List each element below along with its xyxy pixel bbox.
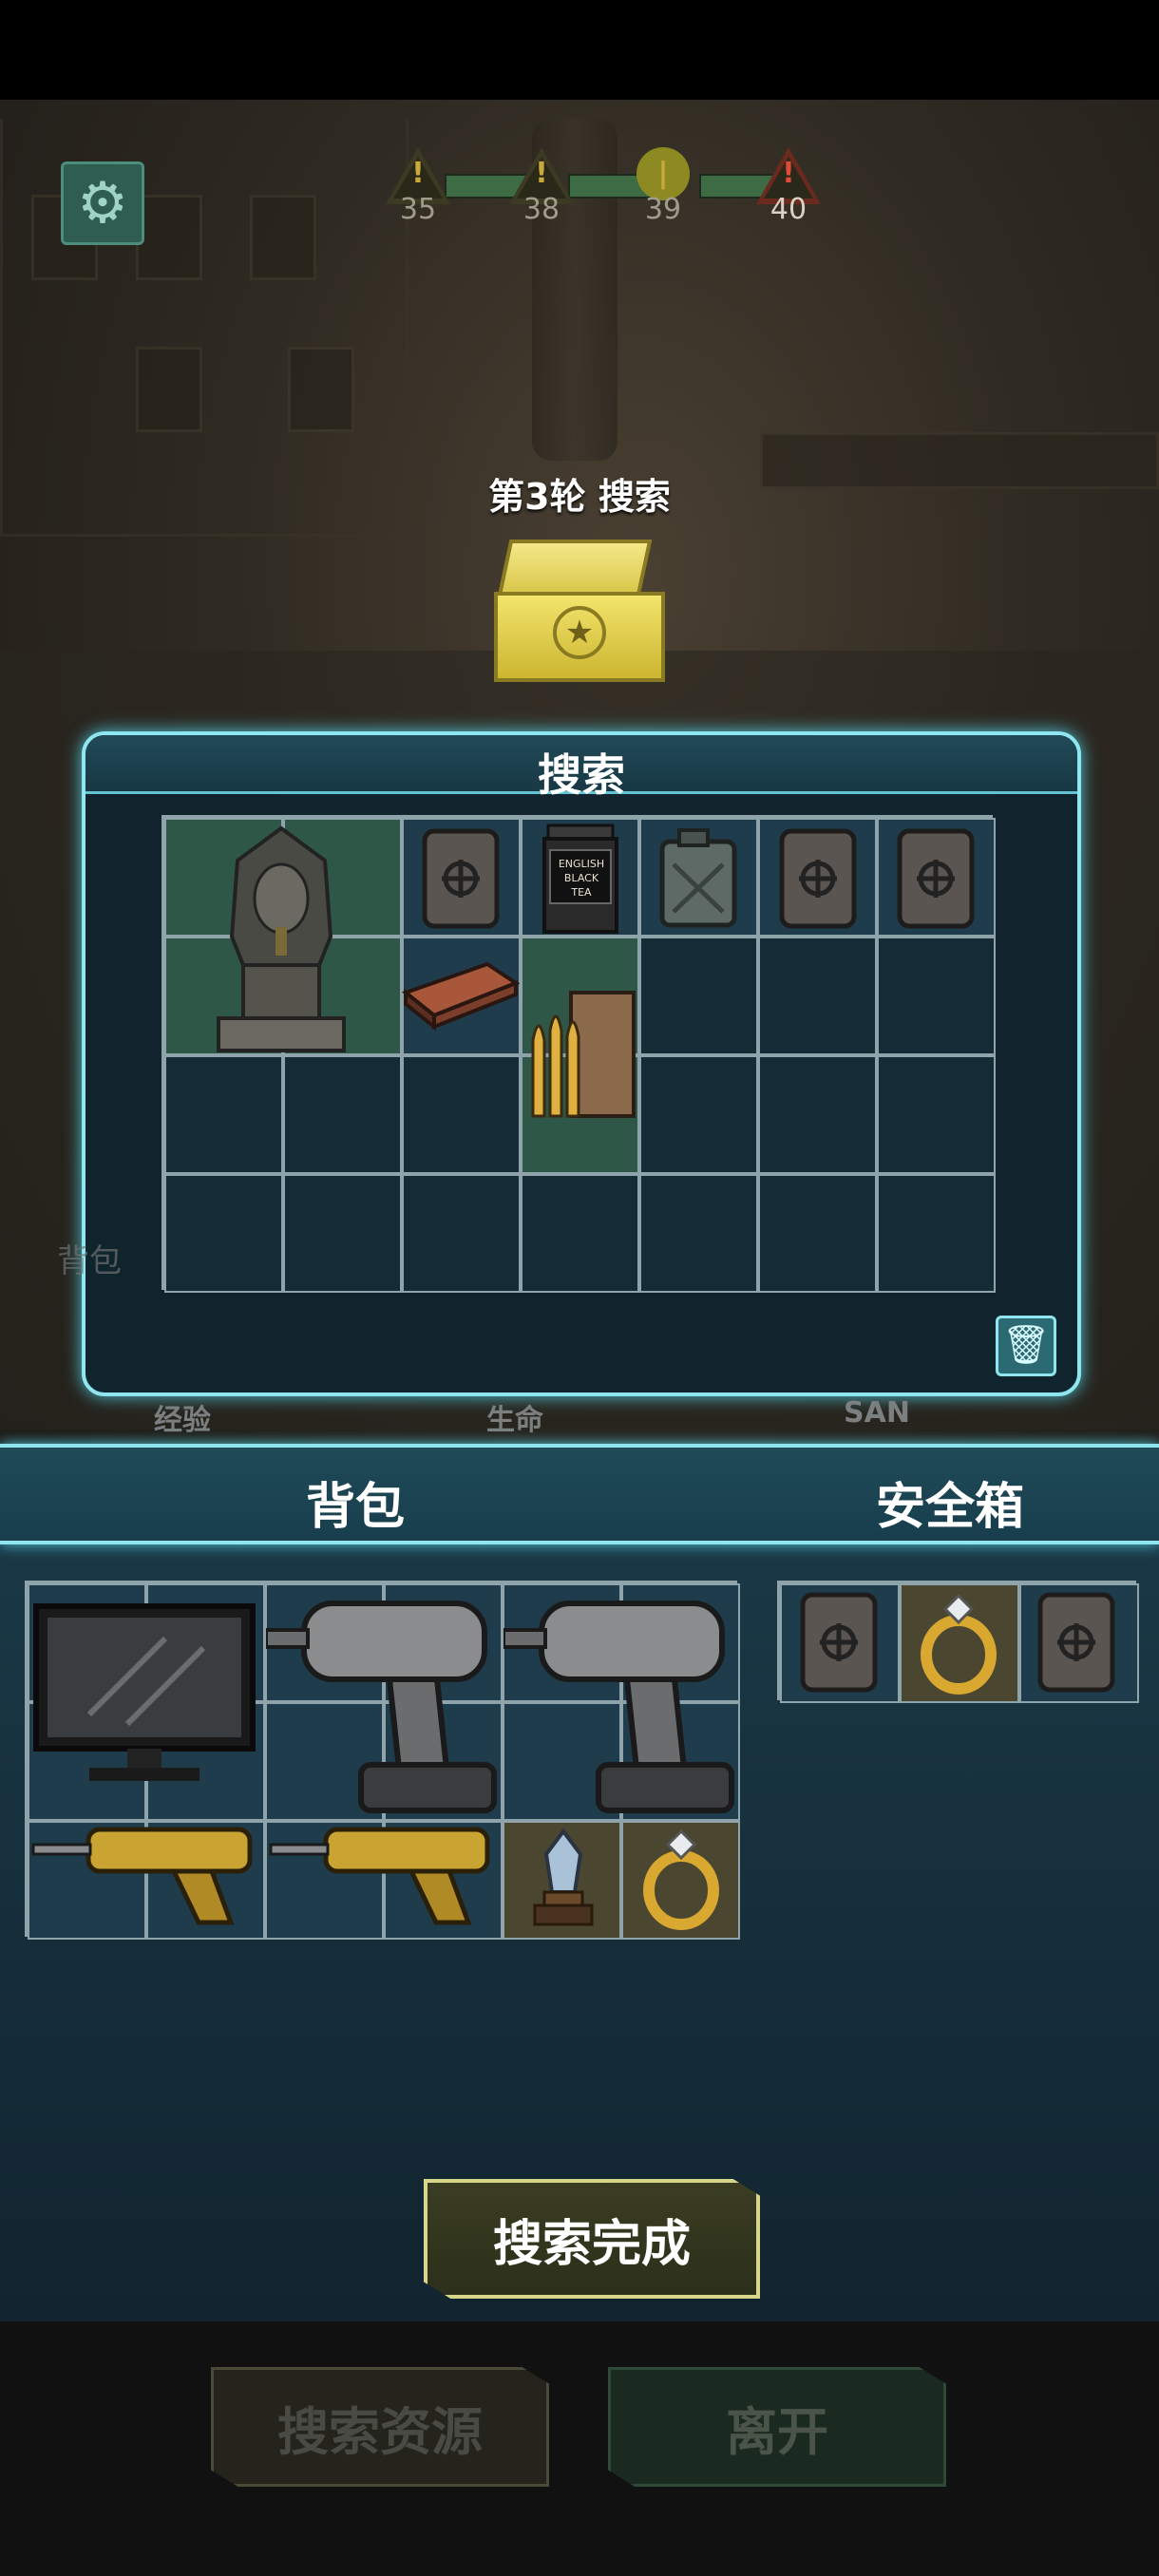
- gold-drill-icon[interactable]: [28, 1820, 262, 1932]
- tea-tin-label: ENGLISH BLACK TEA: [558, 858, 605, 899]
- danger-icon: !: [782, 157, 795, 190]
- grid-cell[interactable]: [402, 1055, 521, 1174]
- search-complete-label: 搜索完成: [492, 2215, 691, 2273]
- gear-icon: ⚙: [77, 170, 128, 237]
- grid-cell[interactable]: [639, 1174, 758, 1293]
- power-drill-icon[interactable]: [266, 1588, 504, 1816]
- warning-icon: !: [411, 157, 425, 190]
- backpack-label: 背包: [306, 1479, 406, 1536]
- san-label: SAN: [844, 1396, 910, 1430]
- status-bar: [0, 0, 1159, 100]
- threat-level: 35: [399, 193, 437, 226]
- grid-cell[interactable]: [164, 1055, 283, 1174]
- rune-stone-tablet-icon[interactable]: [410, 823, 511, 935]
- search-resources-button[interactable]: 搜索资源: [211, 2367, 549, 2487]
- grid-cell[interactable]: [758, 1174, 877, 1293]
- grid-cell[interactable]: [164, 1174, 283, 1293]
- leave-label: 离开: [726, 2401, 828, 2462]
- rifle-bullets-icon[interactable]: [521, 978, 644, 1130]
- tea-tin-icon[interactable]: ENGLISH BLACK TEA: [528, 821, 633, 937]
- grid-cell[interactable]: [877, 937, 996, 1055]
- trash-button[interactable]: 🗑: [996, 1316, 1056, 1376]
- grid-cell[interactable]: [639, 937, 758, 1055]
- grid-cell[interactable]: [877, 1174, 996, 1293]
- jerry-can-icon[interactable]: [646, 823, 750, 935]
- rune-stone-tablet-icon[interactable]: [885, 823, 986, 935]
- search-panel-title: 搜索: [538, 749, 625, 801]
- search-complete-button[interactable]: 搜索完成: [424, 2179, 760, 2299]
- warning-icon: !: [535, 157, 548, 190]
- life-label: 生命: [486, 1404, 543, 1437]
- diamond-ring-icon[interactable]: [623, 1822, 739, 1934]
- matchbox-icon[interactable]: [399, 950, 522, 1035]
- bag-ghost-label: 背包: [57, 1242, 122, 1280]
- window: [136, 347, 202, 432]
- crystal-trophy-icon[interactable]: [505, 1822, 621, 1934]
- grid-cell[interactable]: [521, 1174, 639, 1293]
- window: [250, 195, 316, 280]
- rune-stone-tablet-icon[interactable]: [768, 823, 868, 935]
- trash-icon: 🗑: [1001, 1323, 1051, 1367]
- threat-node: ! 35: [380, 147, 456, 233]
- grid-cell[interactable]: [758, 937, 877, 1055]
- leave-button[interactable]: 离开: [608, 2367, 946, 2487]
- hud-stats: 经验 生命 SAN: [0, 1396, 1159, 1437]
- threat-progress: ! 35 ! 38 | 39 ! 40: [380, 147, 836, 233]
- exp-label: 经验: [154, 1404, 211, 1437]
- power-drill-icon[interactable]: [504, 1588, 741, 1816]
- monitor-icon[interactable]: [30, 1596, 258, 1795]
- threat-level: 40: [770, 193, 808, 226]
- diamond-ring-icon[interactable]: [902, 1586, 1015, 1698]
- grid-cell[interactable]: [402, 1174, 521, 1293]
- round-title: 第3轮 搜索: [488, 476, 671, 518]
- threat-level: 38: [522, 193, 560, 226]
- threat-level: 39: [644, 193, 682, 226]
- gold-drill-icon[interactable]: [266, 1820, 500, 1932]
- threat-node-danger: ! 40: [750, 147, 826, 233]
- grid-cell[interactable]: [283, 1174, 402, 1293]
- current-marker-icon: |: [657, 157, 669, 190]
- rune-stone-tablet-icon[interactable]: [788, 1586, 889, 1698]
- threat-node-current: | 39: [625, 147, 701, 233]
- grid-cell[interactable]: [758, 1055, 877, 1174]
- search-resources-label: 搜索资源: [277, 2401, 483, 2462]
- bottom-bar: [0, 2321, 1159, 2576]
- grid-cell[interactable]: [283, 1055, 402, 1174]
- supply-crate-icon: ★: [494, 540, 665, 682]
- rune-stone-tablet-icon[interactable]: [1026, 1586, 1127, 1698]
- threat-node: ! 38: [504, 147, 580, 233]
- safebox-label: 安全箱: [876, 1479, 1025, 1536]
- grid-cell[interactable]: [639, 1055, 758, 1174]
- window: [136, 195, 202, 280]
- settings-button[interactable]: ⚙: [61, 161, 144, 245]
- window: [288, 347, 354, 432]
- pharaoh-sphinx-statue-icon[interactable]: [205, 823, 357, 1054]
- inventory-header: 背包 安全箱: [0, 1444, 1159, 1544]
- grid-cell[interactable]: [877, 1055, 996, 1174]
